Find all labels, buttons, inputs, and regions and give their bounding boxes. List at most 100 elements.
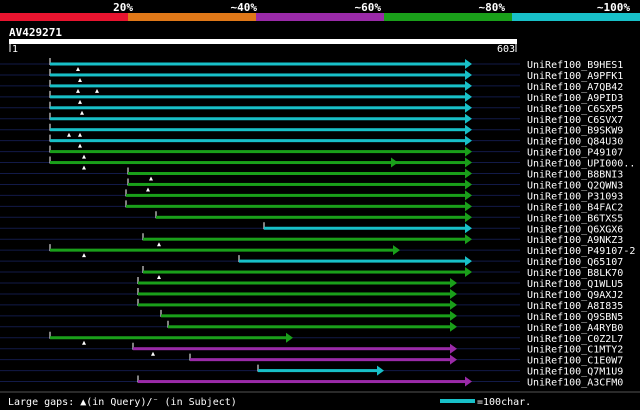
hit-label[interactable]: UniRef100_B9SKW9 bbox=[527, 126, 623, 137]
hit-row[interactable]: UniRef100_A9PID3 bbox=[0, 90, 623, 104]
hit-bar[interactable] bbox=[50, 161, 470, 165]
hit-label[interactable]: UniRef100_P49107 bbox=[527, 148, 623, 159]
hit-bar[interactable] bbox=[239, 259, 470, 263]
hit-row[interactable]: UniRef100_Q84U30 bbox=[0, 134, 623, 148]
hit-end-arrow bbox=[377, 365, 384, 376]
hit-row[interactable]: UniRef100_C1MTY2 bbox=[0, 342, 623, 356]
hit-row[interactable]: UniRef100_Q65107 bbox=[0, 255, 623, 268]
hit-bar[interactable] bbox=[50, 139, 470, 143]
hit-bar[interactable] bbox=[50, 150, 470, 154]
hit-end-arrow bbox=[450, 310, 457, 321]
hit-bar[interactable] bbox=[156, 215, 470, 219]
hit-label[interactable]: UniRef100_B9HES1 bbox=[527, 60, 623, 71]
query-bar bbox=[9, 39, 517, 44]
hit-label[interactable]: UniRef100_Q9SBN5 bbox=[527, 312, 623, 323]
hit-label[interactable]: UniRef100_A3CFM0 bbox=[527, 378, 623, 389]
hit-label[interactable]: UniRef100_C1MTY2 bbox=[527, 345, 623, 356]
hit-label[interactable]: UniRef100_A8I835 bbox=[527, 301, 623, 312]
hit-bar[interactable] bbox=[50, 95, 470, 99]
hit-row[interactable]: UniRef100_A4RYB0 bbox=[0, 320, 623, 334]
hit-row[interactable]: UniRef100_Q1WLU5 bbox=[0, 277, 623, 290]
hit-bar[interactable] bbox=[133, 347, 455, 351]
hit-row[interactable]: UniRef100_UPI000.. bbox=[0, 156, 635, 170]
hit-row[interactable]: UniRef100_A7QB42 bbox=[0, 79, 623, 93]
hit-row[interactable]: UniRef100_Q9AXJ2 bbox=[0, 287, 623, 301]
hit-row[interactable]: UniRef100_A8I835 bbox=[0, 298, 623, 312]
hit-row[interactable]: UniRef100_P49107 bbox=[0, 145, 623, 159]
hit-label[interactable]: UniRef100_Q9AXJ2 bbox=[527, 290, 623, 301]
hit-bar[interactable] bbox=[128, 172, 470, 175]
hit-bar[interactable] bbox=[190, 358, 455, 362]
hit-label[interactable]: UniRef100_Q7M1U9 bbox=[527, 367, 623, 378]
hit-end-arrow bbox=[465, 256, 472, 267]
hit-row[interactable]: UniRef100_C6SXP5 bbox=[0, 101, 623, 115]
hit-bar[interactable] bbox=[50, 248, 398, 252]
hit-bar[interactable] bbox=[138, 380, 470, 384]
hit-label[interactable]: UniRef100_A9PFK1 bbox=[527, 71, 623, 82]
hit-row[interactable]: UniRef100_B6TXS5 bbox=[0, 211, 623, 224]
hit-bar[interactable] bbox=[50, 106, 470, 110]
hit-bar[interactable] bbox=[50, 336, 291, 340]
hit-label[interactable]: UniRef100_B8BNI3 bbox=[527, 170, 623, 181]
hit-label[interactable]: UniRef100_A9NKZ3 bbox=[527, 235, 623, 246]
hit-end-arrow bbox=[465, 91, 472, 102]
hit-label[interactable]: UniRef100_P49107-2 bbox=[527, 246, 635, 257]
hit-bar[interactable] bbox=[128, 182, 470, 186]
hit-row[interactable]: UniRef100_B4FAC2 bbox=[0, 200, 623, 213]
hit-label[interactable]: UniRef100_Q6XGX6 bbox=[527, 224, 623, 235]
hit-label[interactable]: UniRef100_A4RYB0 bbox=[527, 323, 623, 334]
hit-label[interactable]: UniRef100_C0Z2L7 bbox=[527, 334, 623, 345]
hit-bar[interactable] bbox=[50, 84, 470, 88]
hit-label[interactable]: UniRef100_B8LK70 bbox=[527, 268, 623, 279]
hit-row[interactable]: UniRef100_A3CFM0 bbox=[0, 375, 623, 389]
hit-bar[interactable] bbox=[264, 226, 470, 230]
hit-label[interactable]: UniRef100_B4FAC2 bbox=[527, 202, 623, 213]
hit-row[interactable]: UniRef100_A9PFK1 bbox=[0, 68, 623, 82]
hit-bar[interactable] bbox=[138, 292, 455, 296]
hit-label[interactable]: UniRef100_B6TXS5 bbox=[527, 213, 623, 224]
query-gap-marker bbox=[78, 77, 82, 82]
hit-label[interactable]: UniRef100_Q1WLU5 bbox=[527, 279, 623, 290]
query-gap-marker bbox=[78, 132, 82, 137]
hit-label[interactable]: UniRef100_Q2QWN3 bbox=[527, 180, 623, 191]
hit-bar[interactable] bbox=[138, 281, 455, 285]
legend-swatch bbox=[128, 13, 257, 21]
hit-label[interactable]: UniRef100_C1E0W7 bbox=[527, 356, 623, 367]
hit-bar[interactable] bbox=[143, 237, 470, 241]
legend-swatch bbox=[0, 13, 129, 21]
hit-row[interactable]: UniRef100_B8LK70 bbox=[0, 266, 623, 280]
hit-bar[interactable] bbox=[168, 325, 455, 329]
hit-bar[interactable] bbox=[50, 62, 470, 66]
hit-bar[interactable] bbox=[143, 270, 470, 274]
hit-row[interactable]: UniRef100_Q7M1U9 bbox=[0, 364, 623, 378]
hit-row[interactable]: UniRef100_P31093 bbox=[0, 189, 623, 202]
hit-label[interactable]: UniRef100_C6SXP5 bbox=[527, 104, 623, 115]
hit-bar[interactable] bbox=[126, 204, 470, 208]
hit-label[interactable]: UniRef100_A9PID3 bbox=[527, 93, 623, 104]
hit-row[interactable]: UniRef100_B9HES1 bbox=[0, 58, 623, 71]
hit-label[interactable]: UniRef100_C6SVX7 bbox=[527, 115, 623, 126]
hit-row[interactable]: UniRef100_B9SKW9 bbox=[0, 123, 623, 137]
hit-row[interactable]: UniRef100_B8BNI3 bbox=[0, 167, 623, 181]
hit-row[interactable]: UniRef100_Q9SBN5 bbox=[0, 309, 623, 323]
hit-bar[interactable] bbox=[258, 369, 382, 373]
hit-row[interactable]: UniRef100_C0Z2L7 bbox=[0, 331, 623, 345]
hit-row[interactable]: UniRef100_Q2QWN3 bbox=[0, 178, 623, 192]
hit-bar[interactable] bbox=[126, 193, 470, 197]
hit-label[interactable]: UniRef100_P31093 bbox=[527, 191, 623, 202]
hit-label[interactable]: UniRef100_Q65107 bbox=[527, 257, 623, 268]
hit-row[interactable]: UniRef100_Q6XGX6 bbox=[0, 222, 623, 235]
hit-bar[interactable] bbox=[50, 128, 470, 132]
hit-row[interactable]: UniRef100_C6SVX7 bbox=[0, 112, 623, 126]
hit-bar[interactable] bbox=[138, 303, 455, 307]
hit-row[interactable]: UniRef100_A9NKZ3 bbox=[0, 233, 623, 247]
hit-bar[interactable] bbox=[50, 117, 470, 121]
hit-label[interactable]: UniRef100_A7QB42 bbox=[527, 82, 623, 93]
hit-row[interactable]: UniRef100_P49107-2 bbox=[0, 244, 635, 258]
hit-label[interactable]: UniRef100_UPI000.. bbox=[527, 159, 635, 170]
hit-bar[interactable] bbox=[50, 73, 470, 77]
hit-label[interactable]: UniRef100_Q84U30 bbox=[527, 137, 623, 148]
query-gap-marker bbox=[82, 154, 86, 159]
hit-bar[interactable] bbox=[161, 314, 455, 318]
hit-row[interactable]: UniRef100_C1E0W7 bbox=[0, 353, 623, 367]
